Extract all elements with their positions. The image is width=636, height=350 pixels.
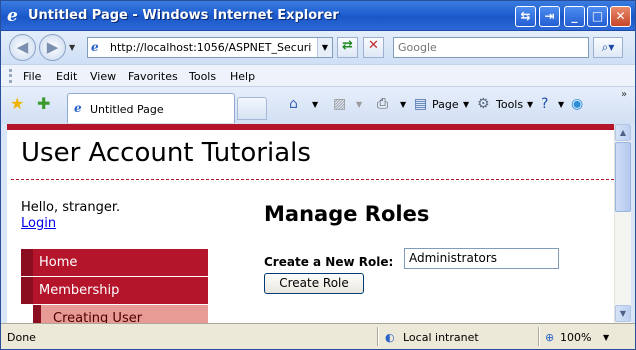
tab-page-icon: e: [74, 101, 82, 115]
status-separator: [377, 327, 379, 346]
page-viewport: User Account Tutorials Hello, stranger. …: [7, 124, 614, 323]
menu-tools[interactable]: Tools: [189, 70, 216, 83]
greeting-text: Hello, stranger.: [21, 200, 121, 215]
search-box[interactable]: [393, 37, 589, 58]
feeds-icon[interactable]: ▨: [333, 96, 346, 112]
page-icon: e: [91, 40, 99, 54]
header-accent-bar: [7, 124, 614, 130]
home-icon[interactable]: ⌂: [289, 96, 298, 112]
scroll-thumb[interactable]: [615, 142, 631, 212]
site-title: User Account Tutorials: [21, 138, 311, 168]
new-role-label: Create a New Role:: [264, 255, 394, 269]
menu-edit[interactable]: Edit: [56, 70, 77, 83]
new-tab-button[interactable]: [237, 97, 267, 120]
address-field[interactable]: e http://localhost:1056/ASPNET_Security_…: [87, 37, 333, 58]
zone-icon: ◐: [385, 331, 395, 344]
zoom-dropdown-icon[interactable]: ▼: [603, 333, 609, 342]
title-bar: e Untitled Page - Windows Internet Explo…: [1, 1, 635, 31]
zone-label: Local intranet: [403, 331, 479, 344]
tab-switch-button[interactable]: ⇥: [539, 6, 560, 27]
tab-label: Untitled Page: [90, 103, 164, 116]
help-icon[interactable]: ?: [541, 96, 548, 112]
home-dropdown-icon[interactable]: ▼: [312, 100, 318, 109]
ie-logo-icon: e: [7, 6, 18, 26]
tools-dropdown-icon[interactable]: ▼: [527, 100, 533, 109]
tab-untitled-page[interactable]: e Untitled Page: [67, 93, 235, 123]
status-text: Done: [7, 331, 36, 344]
vertical-scrollbar[interactable]: ▲ ▼: [614, 124, 631, 323]
search-input[interactable]: [398, 39, 578, 56]
create-role-button[interactable]: Create Role: [264, 273, 364, 294]
header-divider: [11, 179, 614, 180]
toolbar-grip: [9, 69, 12, 83]
forward-button[interactable]: ▶: [39, 34, 66, 61]
minimize-button[interactable]: _: [564, 6, 585, 27]
add-favorite-icon[interactable]: ✚: [37, 96, 50, 112]
nav-item-membership[interactable]: Membership: [21, 277, 208, 304]
refresh-button[interactable]: ⇄: [337, 37, 358, 58]
print-icon[interactable]: ⎙: [377, 96, 388, 112]
close-button[interactable]: ✕: [610, 6, 631, 27]
search-button[interactable]: ⌕▾: [593, 37, 623, 58]
tools-menu[interactable]: Tools: [496, 98, 523, 111]
tools-gear-icon: ⚙: [477, 96, 490, 112]
page-menu[interactable]: Page: [432, 98, 459, 111]
menu-file[interactable]: File: [23, 70, 41, 83]
site-nav-menu: Home Membership Creating User: [21, 249, 208, 323]
page-menu-icon: ▤: [414, 96, 428, 112]
nav-item-creating-user[interactable]: Creating User: [33, 305, 208, 323]
scroll-up-icon[interactable]: ▲: [615, 124, 631, 141]
print-dropdown-icon[interactable]: ▼: [400, 100, 406, 109]
favorites-star-icon[interactable]: ★: [10, 96, 24, 112]
browser-window: e Untitled Page - Windows Internet Explo…: [0, 0, 636, 350]
maximize-button[interactable]: □: [587, 6, 608, 27]
menu-bar: File Edit View Favorites Tools Help: [1, 64, 635, 87]
address-url[interactable]: http://localhost:1056/ASPNET_Security_Tu: [110, 41, 312, 54]
research-icon[interactable]: ◉: [571, 96, 583, 112]
history-dropdown-icon[interactable]: ▼: [69, 43, 78, 52]
nav-item-home[interactable]: Home: [21, 249, 208, 276]
toolbar-overflow-icon[interactable]: »: [621, 89, 627, 100]
command-bar: ★ ✚ e Untitled Page ⌂ ▼ ▨ ▼ ⎙ ▼ ▤ Page ▼…: [1, 87, 635, 124]
address-dropdown-icon[interactable]: ▼: [317, 38, 332, 57]
address-toolbar: ◀ ▶ ▼ e http://localhost:1056/ASPNET_Sec…: [1, 31, 635, 64]
window-title: Untitled Page - Windows Internet Explore…: [28, 8, 339, 23]
stop-button[interactable]: ✕: [363, 37, 384, 58]
menu-favorites[interactable]: Favorites: [128, 70, 178, 83]
scroll-down-icon[interactable]: ▼: [615, 305, 631, 322]
zoom-level[interactable]: 100%: [560, 331, 591, 344]
status-bar: Done ◐ Local intranet ⊕ 100% ▼: [1, 323, 635, 349]
status-separator: [538, 327, 540, 346]
role-name-input[interactable]: Administrators: [404, 248, 559, 269]
menu-view[interactable]: View: [90, 70, 116, 83]
restore-tabs-button[interactable]: ⇆: [515, 6, 536, 27]
back-button[interactable]: ◀: [9, 34, 36, 61]
help-dropdown-icon[interactable]: ▼: [558, 100, 564, 109]
menu-help[interactable]: Help: [230, 70, 255, 83]
zoom-icon: ⊕: [545, 331, 555, 344]
login-link[interactable]: Login: [21, 216, 56, 231]
page-dropdown-icon[interactable]: ▼: [463, 100, 469, 109]
feeds-dropdown-icon[interactable]: ▼: [356, 100, 362, 109]
page-heading: Manage Roles: [264, 202, 430, 226]
